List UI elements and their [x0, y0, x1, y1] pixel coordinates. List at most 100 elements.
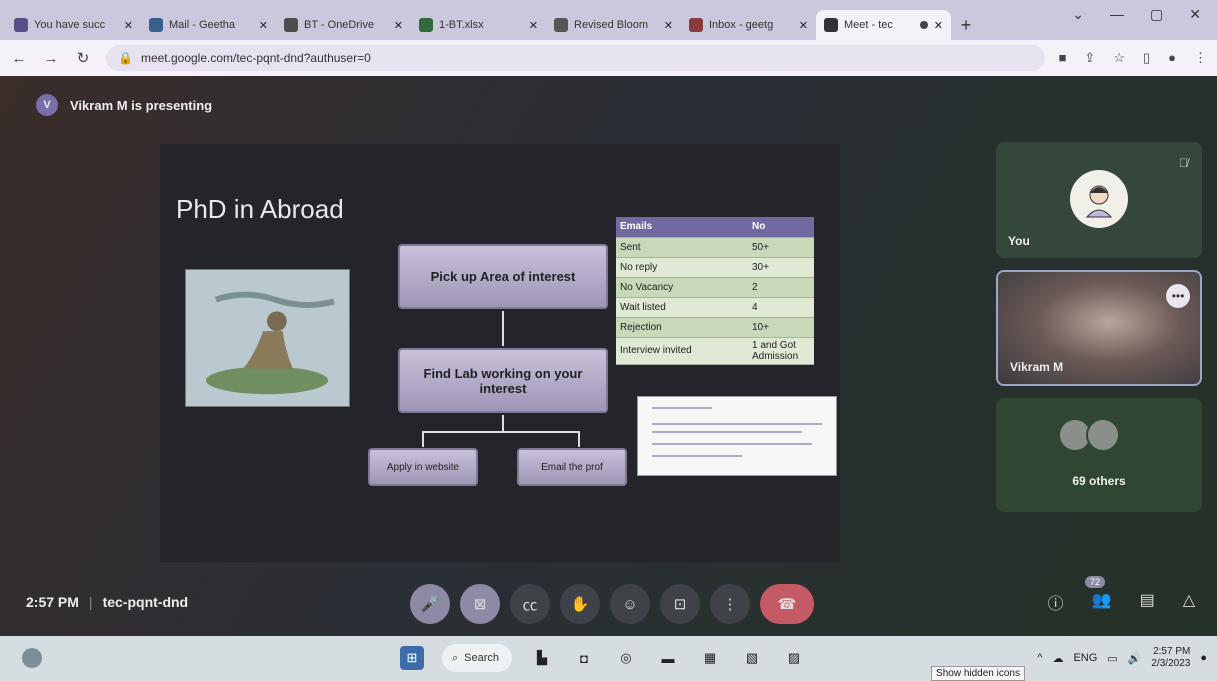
new-tab-button[interactable]: +: [951, 10, 981, 40]
reload-icon[interactable]: ↻: [74, 49, 92, 67]
call-controls: 🎤 ⊠ ㏄ ✋ ☺ ⊡ ⋮ ☎: [410, 584, 814, 624]
email-text-line: [652, 455, 742, 457]
flow-option-apply-website: Apply in website: [368, 448, 478, 486]
cloud-icon[interactable]: ☁: [1052, 652, 1063, 665]
info-icon[interactable]: ⓘ: [1048, 590, 1064, 614]
browser-tab-active[interactable]: Meet - tec ✕: [816, 10, 951, 40]
close-tab-icon[interactable]: ✕: [664, 19, 673, 32]
more-options-button[interactable]: ⋮: [710, 584, 750, 624]
browser-tab[interactable]: Revised Bloom ✕: [546, 10, 681, 40]
flow-step-find-lab: Find Lab working on your interest: [398, 348, 608, 413]
reactions-button[interactable]: ☺: [610, 584, 650, 624]
app-icon[interactable]: ▧: [740, 646, 764, 670]
table-row: No reply 30+: [616, 257, 814, 278]
present-button[interactable]: ⊡: [660, 584, 700, 624]
close-tab-icon[interactable]: ✕: [529, 19, 538, 32]
close-tab-icon[interactable]: ✕: [799, 19, 808, 32]
browser-tab[interactable]: Mail - Geetha ✕: [141, 10, 276, 40]
chevron-up-icon[interactable]: ^: [1037, 652, 1042, 664]
maximize-icon[interactable]: ▢: [1150, 6, 1163, 23]
menu-dots-icon[interactable]: ⋮: [1194, 50, 1207, 66]
app-icon[interactable]: ▨: [782, 646, 806, 670]
leave-call-button[interactable]: ☎: [760, 584, 814, 624]
clock-date: 2/3/2023: [1151, 658, 1191, 669]
taskbar-search[interactable]: ⌕ Search: [442, 644, 512, 672]
hand-icon: ✋: [570, 596, 590, 613]
table-cell: 10+: [748, 317, 814, 338]
more-options-icon[interactable]: •••: [1166, 284, 1190, 308]
browser-tab[interactable]: Inbox - geetg ✕: [681, 10, 816, 40]
forward-arrow-icon[interactable]: →: [42, 50, 60, 67]
weather-icon[interactable]: [22, 648, 42, 668]
participant-tile-others[interactable]: 69 others: [996, 398, 1202, 512]
people-icon[interactable]: 👥: [1092, 590, 1112, 614]
chat-icon[interactable]: ▤: [1140, 590, 1155, 614]
meeting-time: 2:57 PM: [26, 594, 79, 610]
participant-tile-presenter[interactable]: ••• Vikram M: [996, 270, 1202, 386]
emoji-icon: ☺: [622, 595, 638, 613]
tab-title: Meet - tec: [844, 19, 893, 31]
mic-toggle-button[interactable]: 🎤: [410, 584, 450, 624]
bookmark-star-icon[interactable]: ☆: [1113, 50, 1125, 66]
site-favicon-icon: [689, 18, 703, 32]
table-cell: Rejection: [616, 317, 748, 338]
share-icon[interactable]: ⇪: [1084, 50, 1095, 66]
close-tab-icon[interactable]: ✕: [259, 19, 268, 32]
camera-off-icon: ⊠: [473, 596, 487, 613]
site-favicon-icon: [419, 18, 433, 32]
presenting-text: Vikram M is presenting: [70, 97, 213, 113]
clock-time: 2:57 PM: [1153, 646, 1191, 657]
notification-icon[interactable]: ●: [1200, 652, 1207, 664]
camera-icon[interactable]: ■: [1059, 50, 1067, 66]
browser-tab[interactable]: You have succ ✕: [6, 10, 141, 40]
browser-tab-bar: You have succ ✕ Mail - Geetha ✕ BT - OneDr…: [0, 0, 1217, 40]
avatar: [1086, 418, 1120, 452]
flow-connector: [422, 431, 580, 433]
mic-off-icon: 🎤: [420, 596, 440, 613]
table-cell: Wait listed: [616, 297, 748, 318]
taskbar-clock[interactable]: 2:57 PM 2/3/2023: [1151, 646, 1190, 670]
tab-search-icon[interactable]: ⌄: [1072, 6, 1084, 23]
close-window-icon[interactable]: ✕: [1189, 6, 1201, 23]
table-cell: 1 and Got Admission: [748, 337, 814, 365]
captions-button[interactable]: ㏄: [510, 584, 550, 624]
minimize-icon[interactable]: —: [1110, 6, 1124, 23]
network-icon[interactable]: ▭: [1107, 652, 1117, 665]
thinker-illustration-icon: [186, 270, 349, 406]
close-tab-icon[interactable]: ✕: [124, 19, 133, 32]
file-explorer-icon[interactable]: ▬: [656, 646, 680, 670]
flow-connector: [578, 431, 580, 447]
store-icon[interactable]: ▦: [698, 646, 722, 670]
profile-icon[interactable]: ●: [1168, 50, 1176, 66]
cartoon-avatar-icon: [1085, 185, 1113, 218]
url-field[interactable]: 🔒 meet.google.com/tec-pqnt-dnd?authuser=…: [106, 45, 1045, 71]
close-tab-icon[interactable]: ✕: [934, 19, 943, 32]
flow-connector: [502, 415, 504, 431]
chrome-icon[interactable]: ◎: [614, 646, 638, 670]
back-arrow-icon[interactable]: ←: [10, 50, 28, 67]
volume-icon[interactable]: 🔊: [1128, 652, 1142, 665]
camera-toggle-button[interactable]: ⊠: [460, 584, 500, 624]
chat-app-icon[interactable]: ◘: [572, 646, 596, 670]
site-favicon-icon: [554, 18, 568, 32]
meet-stage: V Vikram M is presenting PhD in Abroad P…: [0, 76, 1217, 636]
language-indicator[interactable]: ENG: [1073, 652, 1097, 664]
email-text-line: [652, 443, 812, 445]
activities-icon[interactable]: △: [1183, 590, 1195, 614]
flow-connector: [502, 311, 504, 346]
present-screen-icon: ⊡: [673, 596, 687, 613]
windows-start-icon[interactable]: ⊞: [400, 646, 424, 670]
participant-tile-you[interactable]: 🎙̸ You: [996, 142, 1202, 258]
browser-tab[interactable]: 1-BT.xlsx ✕: [411, 10, 546, 40]
presentation-slide: PhD in Abroad Pick up Area of interest F…: [160, 144, 840, 562]
browser-tab[interactable]: BT - OneDrive ✕: [276, 10, 411, 40]
side-panel-icon[interactable]: ▯: [1143, 50, 1150, 66]
slide-title: PhD in Abroad: [176, 194, 344, 224]
flow-connector: [422, 431, 424, 447]
table-cell: 2: [748, 277, 814, 298]
task-view-icon[interactable]: ▙: [530, 646, 554, 670]
table-header: Emails: [616, 217, 748, 238]
close-tab-icon[interactable]: ✕: [394, 19, 403, 32]
side-panel-controls: ⓘ 👥 ▤ △: [1048, 590, 1195, 614]
raise-hand-button[interactable]: ✋: [560, 584, 600, 624]
